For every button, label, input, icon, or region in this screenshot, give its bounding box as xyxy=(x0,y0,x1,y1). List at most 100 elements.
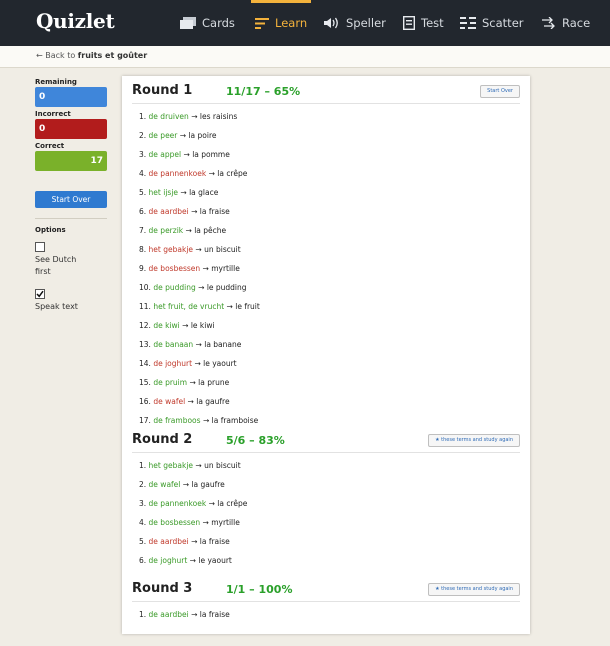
star-terms-study-again-button[interactable]: ★ these terms and study again xyxy=(428,434,520,447)
arrow-icon: → xyxy=(208,169,215,178)
arrow-icon: → xyxy=(208,499,215,508)
french-definition: la prune xyxy=(198,378,230,387)
dutch-term: de perzik xyxy=(148,226,184,235)
nav-learn[interactable]: Learn xyxy=(250,0,312,46)
term-list: 1. de aardbei → la fraise xyxy=(139,610,230,629)
term-row: 1. de aardbei → la fraise xyxy=(139,610,230,629)
term-number: 6. xyxy=(139,556,147,565)
start-over-button-small[interactable]: Start Over xyxy=(480,85,520,98)
nav-speller[interactable]: Speller xyxy=(324,0,386,46)
back-link[interactable]: ← Back to fruits et goûter xyxy=(36,51,147,60)
term-row: 1. de druiven → les raisins xyxy=(139,112,260,131)
arrow-icon: → xyxy=(202,518,209,527)
start-over-button[interactable]: Start Over xyxy=(35,191,107,208)
french-definition: les raisins xyxy=(199,112,238,121)
term-number: 12. xyxy=(139,321,151,330)
dutch-term: de wafel xyxy=(153,397,186,406)
arrow-icon: → xyxy=(182,321,189,330)
speak-text-label: Speak text xyxy=(35,302,78,311)
french-definition: la glace xyxy=(189,188,219,197)
term-number: 4. xyxy=(139,169,147,178)
nav-cards[interactable]: Cards xyxy=(180,0,235,46)
sidebar-divider xyxy=(35,218,107,219)
term-number: 8. xyxy=(139,245,147,254)
round-2: Round 2 5/6 – 83% ★ these terms and stud… xyxy=(122,432,530,572)
dutch-term: de pudding xyxy=(153,283,196,292)
set-name: fruits et goûter xyxy=(77,51,148,60)
term-row: 12. de kiwi → le kiwi xyxy=(139,321,260,340)
round-divider xyxy=(132,601,520,602)
dutch-term: het fruit, de vrucht xyxy=(153,302,225,311)
french-definition: la gaufre xyxy=(196,397,230,406)
arrow-icon: → xyxy=(191,112,198,121)
speak-text-checkbox[interactable] xyxy=(35,289,45,299)
term-number: 3. xyxy=(139,150,147,159)
star-terms-study-again-button[interactable]: ★ these terms and study again xyxy=(428,583,520,596)
nav-test[interactable]: Test xyxy=(403,0,444,46)
nav-learn-label: Learn xyxy=(275,16,308,30)
french-definition: le fruit xyxy=(235,302,260,311)
term-list: 1. het gebakje → un biscuit 2. de wafel →… xyxy=(139,461,247,575)
scatter-icon xyxy=(460,17,476,29)
term-number: 9. xyxy=(139,264,147,273)
term-number: 16. xyxy=(139,397,151,406)
french-definition: la crêpe xyxy=(217,499,248,508)
french-definition: la pêche xyxy=(194,226,227,235)
quizlet-logo[interactable]: Quizlet xyxy=(36,9,115,33)
term-number: 6. xyxy=(139,207,147,216)
term-row: 6. de joghurt → le yaourt xyxy=(139,556,247,575)
dutch-term: de druiven xyxy=(148,112,189,121)
remaining-label: Remaining xyxy=(35,78,77,86)
round-score: 5/6 – 83% xyxy=(226,434,285,447)
top-nav-bar: Quizlet Cards Learn Speller Test Scatter xyxy=(0,0,610,46)
round-title: Round 1 xyxy=(132,83,193,98)
french-definition: la poire xyxy=(188,131,217,140)
arrow-icon: → xyxy=(191,207,198,216)
nav-race[interactable]: Race xyxy=(542,0,590,46)
arrow-icon: → xyxy=(182,480,190,489)
dutch-term: het ijsje xyxy=(148,188,179,197)
french-definition: myrtille xyxy=(211,264,240,273)
arrow-icon: → xyxy=(189,378,196,387)
french-definition: la fraise xyxy=(199,610,230,619)
dutch-term: het gebakje xyxy=(148,461,194,470)
term-row: 4. de bosbessen → myrtille xyxy=(139,518,247,537)
term-row: 13. de banaan → la banane xyxy=(139,340,260,359)
term-row: 15. de pruim → la prune xyxy=(139,378,260,397)
term-row: 11. het fruit, de vrucht → le fruit xyxy=(139,302,260,321)
dutch-term: de joghurt xyxy=(148,556,188,565)
french-definition: la crêpe xyxy=(217,169,248,178)
round-3: Round 3 1/1 – 100% ★ these terms and stu… xyxy=(122,581,530,631)
term-number: 5. xyxy=(139,537,147,546)
dutch-term: de framboos xyxy=(153,416,201,425)
nav-scatter-label: Scatter xyxy=(482,16,524,30)
incorrect-count: 0 xyxy=(35,119,107,139)
arrow-icon: → xyxy=(191,610,198,619)
arrow-icon: → xyxy=(187,397,194,406)
term-row: 2. de peer → la poire xyxy=(139,131,260,150)
arrow-icon: → xyxy=(198,283,205,292)
term-row: 9. de bosbessen → myrtille xyxy=(139,264,260,283)
french-definition: le yaourt xyxy=(203,359,237,368)
round-divider xyxy=(132,103,520,104)
round-1: Round 1 11/17 – 65% Start Over 1. de dru… xyxy=(122,83,530,425)
dutch-term: de bosbessen xyxy=(148,264,201,273)
round-title: Round 2 xyxy=(132,432,193,447)
term-number: 10. xyxy=(139,283,151,292)
correct-count: 17 xyxy=(35,151,107,171)
french-definition: la banane xyxy=(204,340,242,349)
term-number: 14. xyxy=(139,359,151,368)
nav-scatter[interactable]: Scatter xyxy=(460,0,524,46)
see-dutch-first-checkbox[interactable] xyxy=(35,242,45,252)
options-label: Options xyxy=(35,226,66,234)
remaining-count: 0 xyxy=(35,87,107,107)
correct-label: Correct xyxy=(35,142,65,150)
back-link-prefix: ← Back to xyxy=(36,51,76,60)
nav-speller-label: Speller xyxy=(346,16,386,30)
race-icon xyxy=(542,17,556,29)
term-row: 16. de wafel → la gaufre xyxy=(139,397,260,416)
dutch-term: de wafel xyxy=(148,480,181,489)
term-number: 5. xyxy=(139,188,147,197)
term-list: 1. de druiven → les raisins 2. de peer → … xyxy=(139,112,260,435)
term-number: 15. xyxy=(139,378,151,387)
